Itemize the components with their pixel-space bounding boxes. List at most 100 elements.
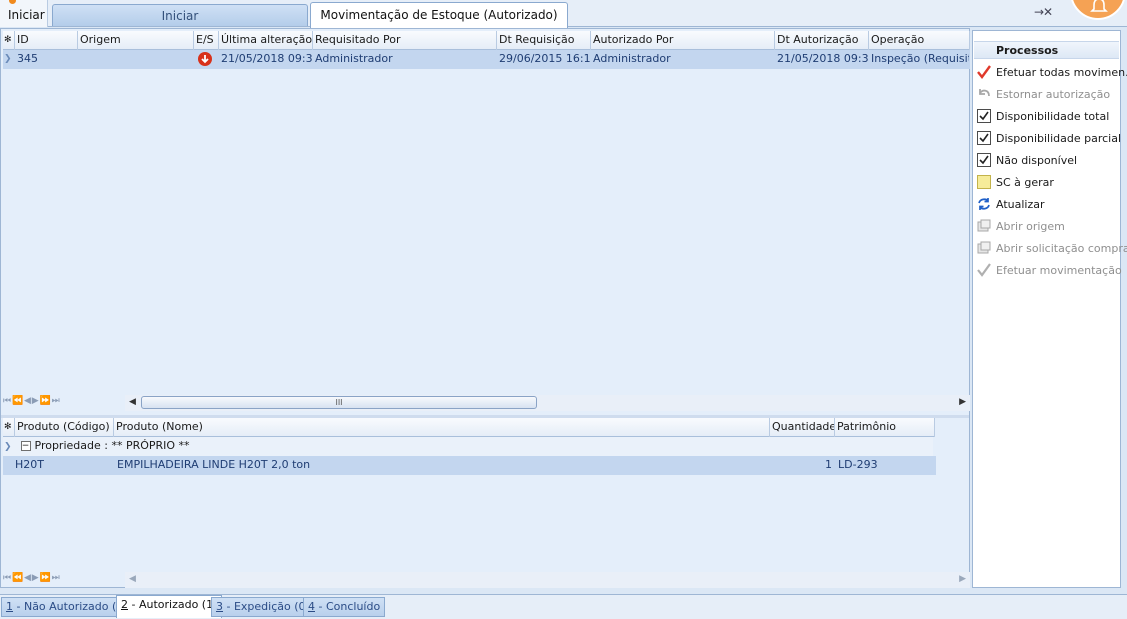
abrir-solicitacao-compra-label: Abrir solicitação compra (996, 241, 1127, 255)
scrollbar-thumb[interactable]: III (141, 396, 537, 409)
column-header-autorizado-por[interactable]: Autorizado Por (591, 31, 775, 50)
sc-a-gerar-label: SC à gerar (996, 175, 1054, 189)
cell-id: 345 (15, 50, 78, 69)
efetuar-todas-button[interactable]: Efetuar todas movimen. (977, 62, 1127, 82)
grid-settings-icon[interactable]: ✻ (3, 418, 15, 437)
nao-disponivel-toggle[interactable]: Não disponível (977, 150, 1077, 170)
tab-key: 3 (216, 600, 223, 613)
tab-label: - Expedição (0) (223, 600, 310, 613)
column-header-dt-requisicao[interactable]: Dt Requisição (497, 31, 591, 50)
scroll-left-icon[interactable]: ◀ (129, 397, 136, 407)
cell-origem (78, 50, 194, 69)
sc-a-gerar-toggle[interactable]: SC à gerar (977, 172, 1054, 192)
tab-key: 1 (6, 600, 13, 613)
abrir-origem-label: Abrir origem (996, 219, 1065, 233)
tab-movimentacao-estoque[interactable]: Movimentação de Estoque (Autorizado) (310, 2, 568, 28)
atualizar-button[interactable]: Atualizar (977, 194, 1045, 214)
red-check-icon (977, 65, 991, 79)
main-panel: ✻ ID Origem E/S Última alteração Requisi… (0, 28, 970, 588)
cell-dt-autorizacao: 21/05/2018 09:31 (775, 50, 869, 69)
efetuar-todas-label: Efetuar todas movimen. (996, 65, 1127, 79)
disponibilidade-parcial-toggle[interactable]: Disponibilidade parcial (977, 128, 1121, 148)
cell-es (194, 50, 219, 69)
tab-label: - Concluído (315, 600, 381, 613)
yellow-square-icon (977, 175, 991, 189)
disponibilidade-parcial-label: Disponibilidade parcial (996, 131, 1122, 145)
horizontal-scrollbar[interactable]: ◀ ▶ (125, 572, 970, 588)
notification-bell-button[interactable] (1070, 0, 1126, 20)
tab-concluido[interactable]: 4 - Concluído (303, 597, 386, 617)
group-label: Propriedade : ** PRÓPRIO ** (34, 439, 190, 452)
cell-produto-codigo: H20T (3, 456, 115, 475)
window-icon (977, 241, 991, 255)
efetuar-movimentacao-label: Efetuar movimentação (996, 263, 1122, 277)
column-header-quantidade[interactable]: Quantidade (770, 418, 835, 437)
undo-icon (977, 87, 991, 101)
grey-check-icon (977, 263, 991, 277)
column-header-patrimonio[interactable]: Patrimônio (835, 418, 935, 437)
column-header-produto-nome[interactable]: Produto (Nome) (114, 418, 770, 437)
tab-autorizado[interactable]: 2 - Autorizado (1) (116, 595, 223, 618)
estornar-autorizacao-label: Estornar autorização (996, 87, 1111, 101)
checkbox-checked-icon (977, 131, 991, 145)
tab-key: 2 (121, 598, 128, 611)
refresh-icon (977, 197, 991, 211)
bell-icon (1090, 0, 1108, 12)
record-navigator[interactable]: ⏮ ⏪ ◀ ▶ ⏩ ⏭ (3, 573, 60, 589)
cell-quantidade: 1 (771, 456, 836, 475)
cell-produto-nome: EMPILHADEIRA LINDE H20T 2,0 ton (115, 456, 771, 475)
cell-autorizado-por: Administrador (591, 50, 775, 69)
tab-expedicao[interactable]: 3 - Expedição (0) (211, 597, 315, 617)
row-indicator-icon: ❯ (4, 442, 12, 452)
disponibilidade-total-label: Disponibilidade total (996, 109, 1110, 123)
tab-nao-autorizado[interactable]: 1 - Não Autorizado (0) (1, 597, 133, 617)
atualizar-label: Atualizar (996, 197, 1045, 211)
status-tab-bar: 1 - Não Autorizado (0) 2 - Autorizado (1… (0, 594, 1127, 619)
lower-grid-header: ✻ Produto (Código) Produto (Nome) Quanti… (3, 418, 935, 437)
checkbox-checked-icon (977, 153, 991, 167)
collapse-group-icon[interactable]: − (20, 441, 31, 451)
column-header-dt-autorizacao[interactable]: Dt Autorização (775, 31, 869, 50)
group-row[interactable]: ❯ − Propriedade : ** PRÓPRIO ** (3, 437, 933, 456)
app-logo-icon (9, 0, 16, 4)
start-menu-label: Iniciar (8, 8, 45, 22)
tab-label: - Não Autorizado (0) (13, 600, 128, 613)
cell-requisitado-por: Administrador (313, 50, 497, 69)
abrir-origem-button[interactable]: Abrir origem (977, 216, 1065, 236)
window-icon (977, 219, 991, 233)
tab-label: - Autorizado (1) (128, 598, 218, 611)
disponibilidade-total-toggle[interactable]: Disponibilidade total (977, 106, 1109, 126)
scroll-right-icon[interactable]: ▶ (959, 397, 966, 407)
tab-key: 4 (308, 600, 315, 613)
table-row[interactable]: H20T EMPILHADEIRA LINDE H20T 2,0 ton 1 L… (3, 456, 936, 475)
cell-operacao: Inspeção (Requisitac (869, 50, 970, 69)
column-header-requisitado-por[interactable]: Requisitado Por (313, 31, 497, 50)
column-header-produto-codigo[interactable]: Produto (Código) (15, 418, 114, 437)
arrow-down-red-icon (198, 52, 212, 66)
table-row[interactable]: ❯ 345 21/05/2018 09:31 Administrador 29/… (3, 50, 970, 69)
cell-ultima-alteracao: 21/05/2018 09:31 (219, 50, 313, 69)
top-tab-bar: Iniciar Iniciar Movimentação de Estoque … (0, 0, 1127, 28)
record-navigator[interactable]: ⏮ ⏪ ◀ ▶ ⏩ ⏭ (3, 396, 60, 412)
horizontal-scrollbar[interactable]: ◀ III ▶ (125, 395, 970, 411)
cell-dt-requisicao: 29/06/2015 16:14 (497, 50, 591, 69)
scroll-right-icon[interactable]: ▶ (959, 574, 966, 584)
column-header-es[interactable]: E/S (194, 31, 219, 50)
column-header-ultima-alteracao[interactable]: Última alteração (219, 31, 313, 50)
grid-settings-icon[interactable]: ✻ (3, 31, 15, 50)
cell-patrimonio: LD-293 (836, 456, 936, 475)
column-header-id[interactable]: ID (15, 31, 78, 50)
tab-iniciar[interactable]: Iniciar (52, 4, 308, 26)
close-tab-icon[interactable]: →✕ (1034, 5, 1053, 19)
scroll-left-icon[interactable]: ◀ (129, 574, 136, 584)
column-header-operacao[interactable]: Operação (869, 31, 970, 50)
column-header-origem[interactable]: Origem (78, 31, 194, 50)
nao-disponivel-label: Não disponível (996, 153, 1078, 167)
efetuar-movimentacao-button[interactable]: Efetuar movimentação (977, 260, 1122, 280)
abrir-solicitacao-compra-button[interactable]: Abrir solicitação compra (977, 238, 1127, 258)
processos-title: Processos (974, 41, 1119, 59)
upper-grid-header: ✻ ID Origem E/S Última alteração Requisi… (3, 31, 970, 50)
start-menu-button[interactable]: Iniciar (0, 0, 48, 27)
estornar-autorizacao-button[interactable]: Estornar autorização (977, 84, 1110, 104)
row-indicator-icon: ❯ (3, 50, 15, 69)
